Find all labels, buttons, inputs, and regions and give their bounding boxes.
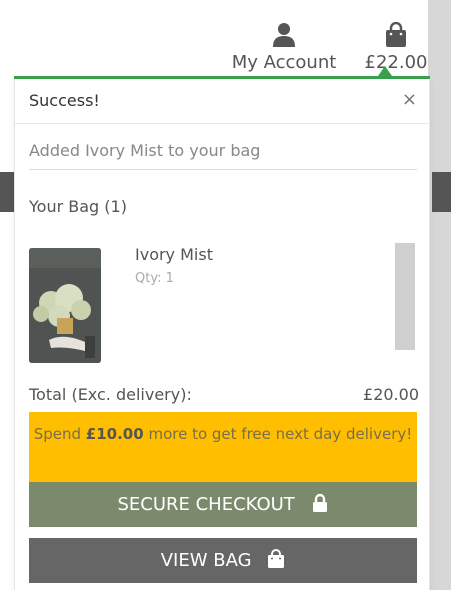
page-scroll-gutter [428,0,451,590]
ivory-mist-bouquet-image [29,248,101,363]
lock-icon [312,493,327,512]
shopping-bag-icon [268,549,285,568]
bag-scrollbar[interactable] [395,243,415,350]
message-divider [29,169,417,170]
close-button[interactable]: × [402,89,417,110]
product-image[interactable] [29,248,101,363]
page-banner-right [432,172,451,212]
product-name[interactable]: Ivory Mist [135,245,213,264]
bag-title: Your Bag (1) [29,197,127,216]
toast-message: Added Ivory Mist to your bag [29,141,261,160]
bag-link[interactable]: £22.00 [360,22,432,74]
my-account-link[interactable]: My Account [224,22,344,74]
toast-pointer [378,66,392,76]
my-account-label: My Account [231,52,337,73]
promo-amount: £10.00 [85,425,144,443]
promo-suffix: more to get free next day delivery! [143,425,413,443]
total-value: £20.00 [363,385,419,404]
free-delivery-banner: Spend £10.00 more to get free next day d… [29,412,417,482]
toast-title: Success! [29,91,100,110]
secure-checkout-label: SECURE CHECKOUT [117,494,295,515]
success-toast: Success! × Added Ivory Mist to your bag … [14,79,430,590]
product-quantity: Qty: 1 [135,271,174,286]
total-label: Total (Exc. delivery): [29,385,192,404]
toast-header: Success! × [15,79,429,124]
shopping-bag-icon [386,22,406,47]
view-bag-button[interactable]: VIEW BAG [29,538,417,583]
promo-prefix: Spend [33,425,86,443]
bag-total: £22.00 [364,52,428,73]
user-icon [273,23,295,47]
view-bag-label: VIEW BAG [160,550,252,571]
secure-checkout-button[interactable]: SECURE CHECKOUT [29,482,417,527]
